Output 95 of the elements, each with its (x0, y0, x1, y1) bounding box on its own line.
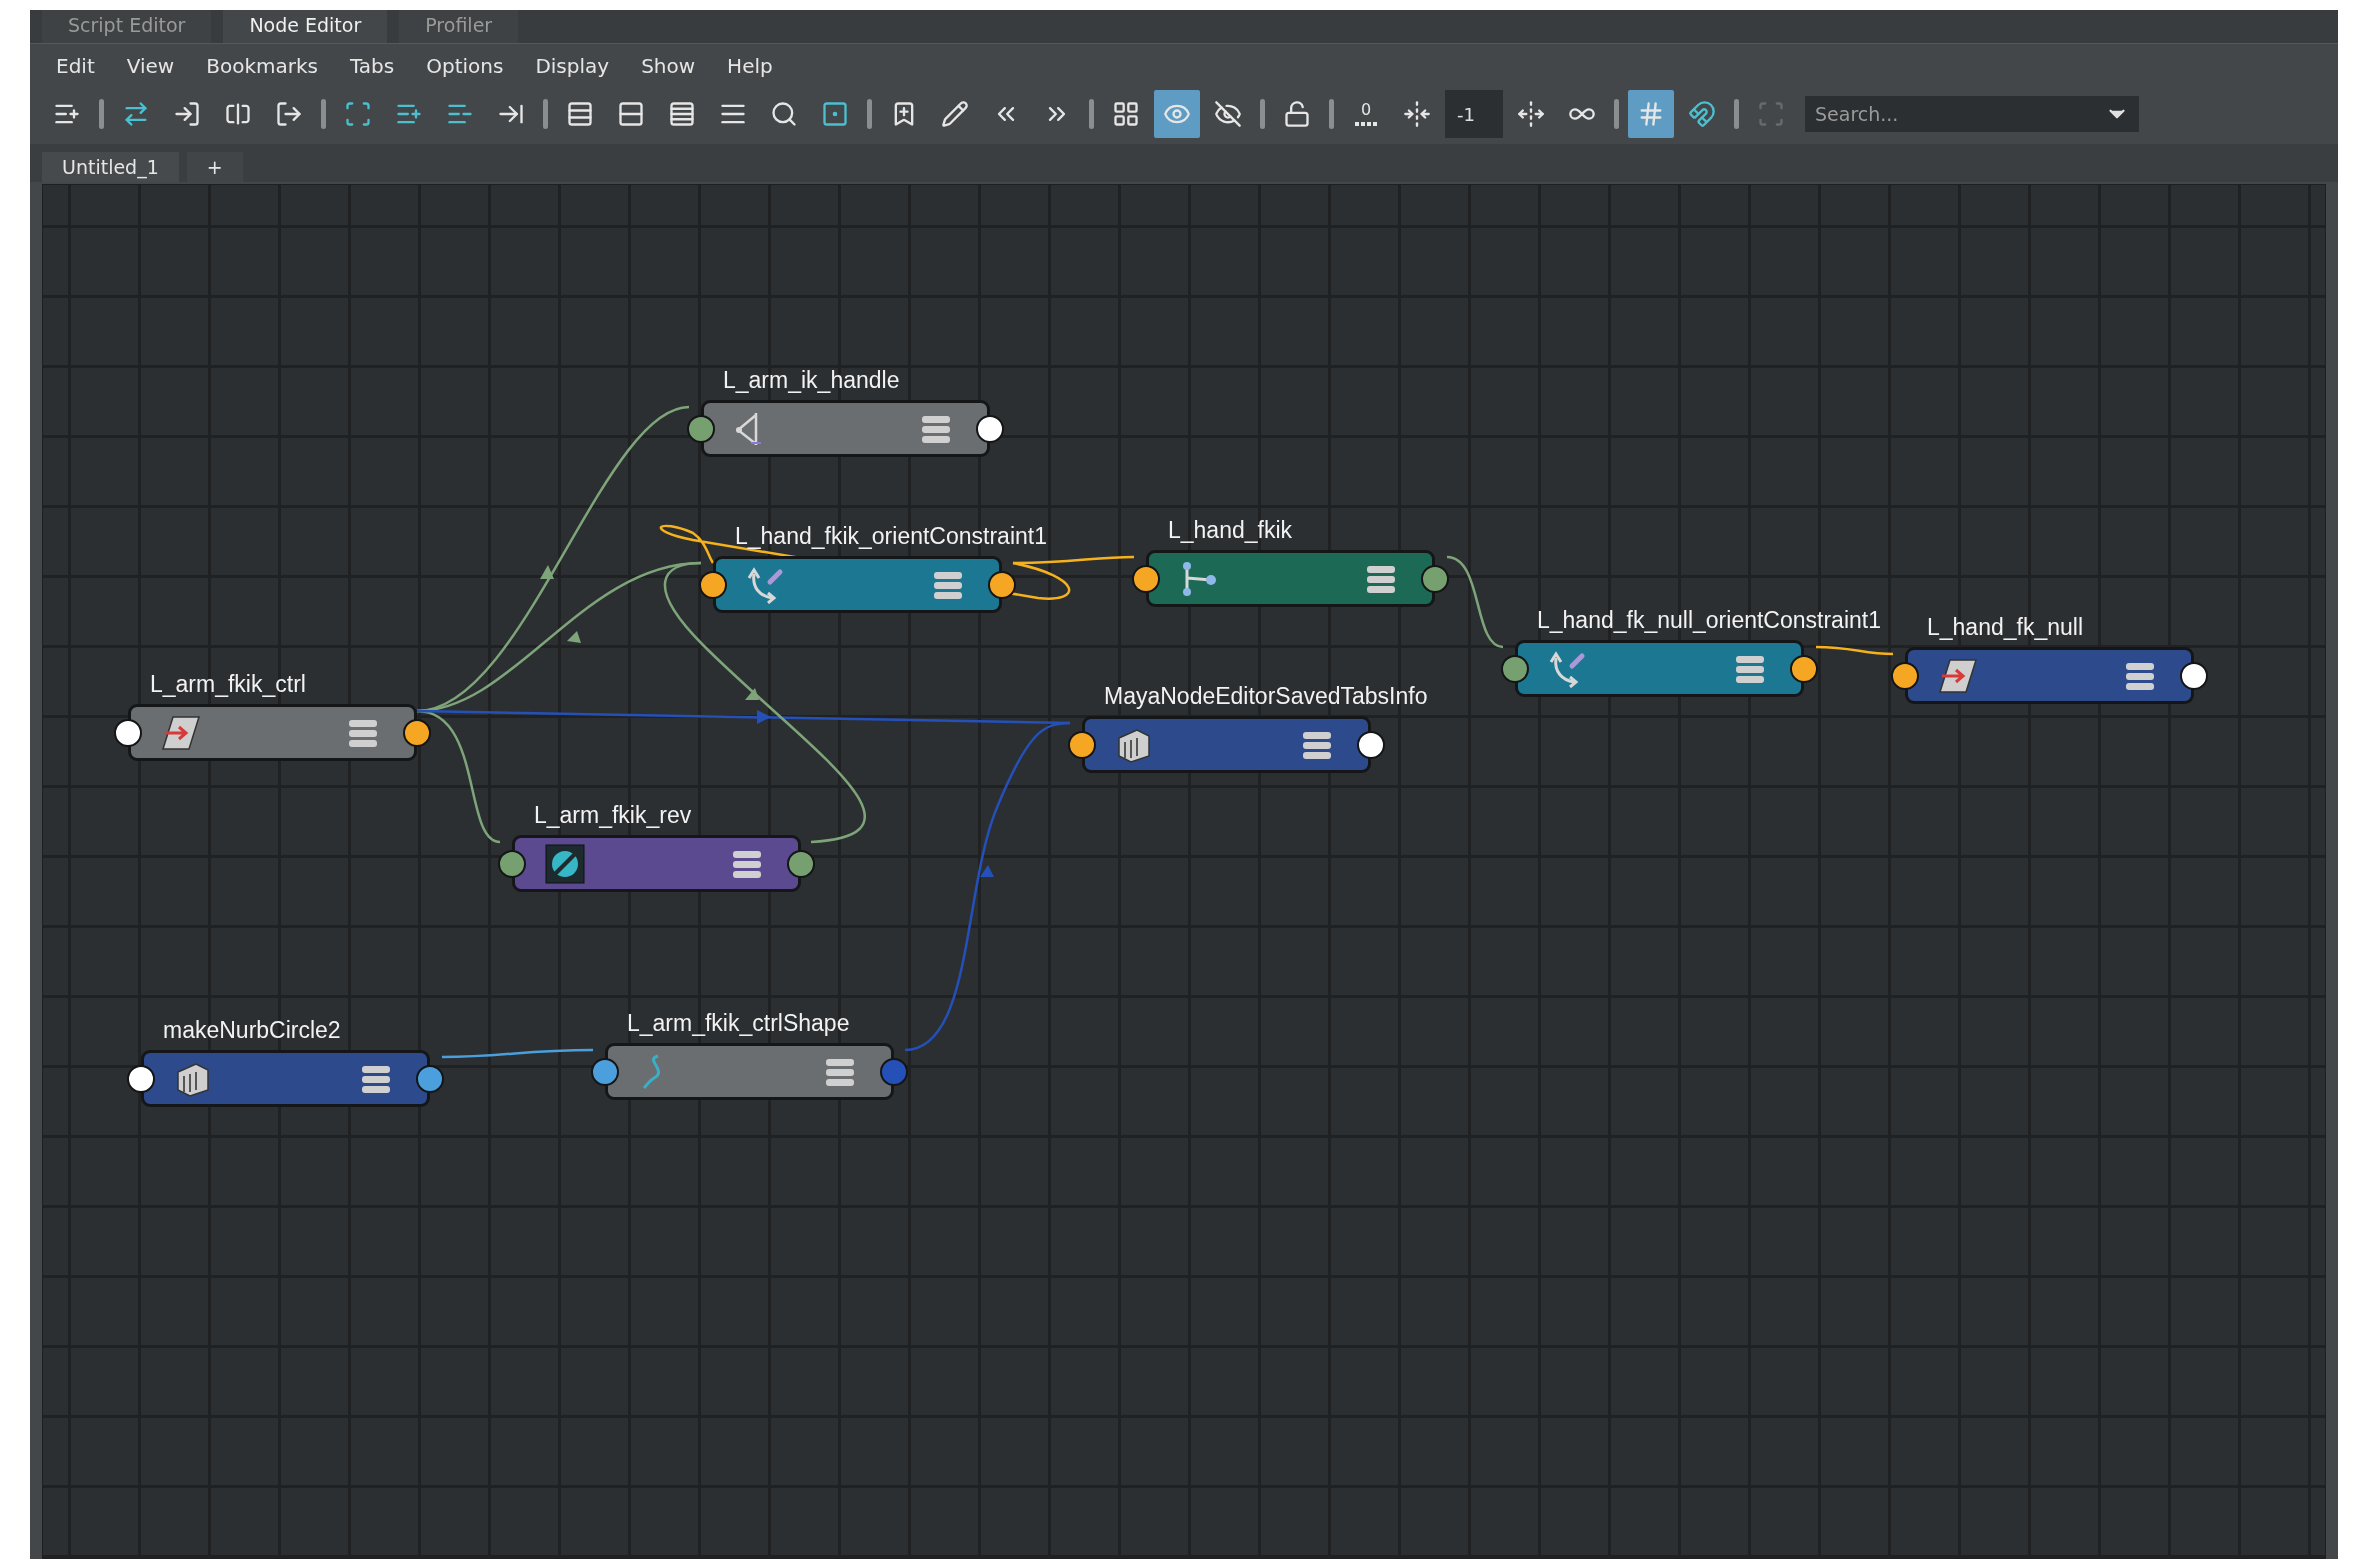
editor-tab[interactable]: Node Editor (223, 10, 388, 43)
graph-node[interactable] (1082, 716, 1371, 773)
graph-node[interactable] (1515, 640, 1804, 697)
graph-node[interactable] (605, 1043, 894, 1100)
rows-icon (668, 100, 696, 128)
frame-icon (821, 100, 849, 128)
magnet-icon (1688, 100, 1716, 128)
add-tab-button[interactable]: + (186, 152, 243, 182)
toolbar-button[interactable]: 0 (1343, 90, 1389, 138)
toolbar-separator (1329, 99, 1334, 129)
toolbar-separator (543, 99, 548, 129)
node-label: L_arm_ik_handle (723, 367, 900, 394)
editor-tab[interactable]: Script Editor (42, 10, 212, 43)
toolbar-separator (867, 99, 872, 129)
graph-node[interactable] (141, 1050, 430, 1107)
node-label: L_arm_fkik_rev (534, 802, 692, 829)
grid-icon (1112, 100, 1140, 128)
output-port[interactable] (2180, 661, 2208, 690)
menu-item[interactable]: Show (625, 50, 712, 82)
output-port[interactable] (976, 414, 1004, 443)
node-label: L_hand_fk_null (1927, 614, 2084, 641)
arrows-in-icon (1403, 100, 1431, 128)
node-label: L_hand_fkik (1168, 517, 1293, 544)
unlock-icon (1283, 100, 1311, 128)
node-label: makeNurbCircle2 (163, 1017, 341, 1044)
menu-item[interactable]: Help (711, 50, 789, 82)
output-port[interactable] (1421, 564, 1449, 593)
attribute-list-icon[interactable] (1735, 653, 1765, 684)
graph-node[interactable] (701, 400, 990, 457)
menu-item[interactable]: Edit (40, 50, 111, 82)
frame-icon (1757, 100, 1785, 128)
input-port[interactable] (591, 1057, 619, 1086)
output-port[interactable] (1790, 654, 1818, 683)
attribute-list-icon[interactable] (1366, 563, 1396, 594)
input-port[interactable] (687, 414, 715, 443)
output-port[interactable] (416, 1064, 444, 1093)
attribute-list-icon[interactable] (732, 848, 762, 879)
rows-icon (617, 100, 645, 128)
attribute-list-icon[interactable] (1302, 729, 1332, 760)
node-graph-canvas[interactable] (42, 184, 2326, 1559)
toolbar-separator (1614, 99, 1619, 129)
arrows-out-icon (1517, 100, 1545, 128)
editor-tab[interactable]: Profiler (399, 10, 519, 43)
graph-tab[interactable]: Untitled_1 (42, 152, 179, 182)
input-port[interactable] (1501, 654, 1529, 683)
toolbar-separator (1089, 99, 1094, 129)
attribute-list-icon[interactable] (348, 717, 378, 748)
attribute-list-icon[interactable] (361, 1063, 391, 1094)
reverse-icon (545, 843, 585, 884)
menu-item[interactable]: Bookmarks (190, 50, 334, 82)
toolbar-separator (1260, 99, 1265, 129)
output-port[interactable] (787, 849, 815, 878)
search-field[interactable]: Search... (1805, 96, 2095, 132)
frame-icon (344, 100, 372, 128)
dots-icon (1355, 121, 1377, 127)
connection-wire[interactable] (442, 1048, 593, 1059)
eye-off-icon (1214, 100, 1242, 128)
graph-node[interactable] (713, 556, 1002, 613)
output-port[interactable] (1357, 730, 1385, 759)
attribute-list-icon[interactable] (825, 1056, 855, 1087)
menu-item[interactable]: Tabs (333, 50, 411, 82)
attribute-list-icon[interactable] (933, 569, 963, 600)
input-port[interactable] (127, 1064, 155, 1093)
transform-arrow-icon (1938, 657, 1978, 694)
graph-node[interactable] (1905, 647, 2194, 704)
attribute-list-icon[interactable] (2125, 660, 2155, 691)
toolbar-separator (321, 99, 326, 129)
input-port[interactable] (498, 849, 526, 878)
attribute-list-icon[interactable] (921, 413, 951, 444)
menu-item[interactable]: Options (410, 50, 520, 82)
node-label: L_arm_fkik_ctrl (150, 671, 306, 698)
number-field[interactable]: -1 (1445, 90, 1503, 138)
toolbar-separator (1734, 99, 1739, 129)
menu-item[interactable]: View (110, 50, 191, 82)
input-port[interactable] (1068, 730, 1096, 759)
search-icon (770, 100, 798, 128)
input-port[interactable] (1132, 564, 1160, 593)
node-label: L_hand_fk_null_orientConstraint1 (1537, 607, 1881, 634)
graph-node[interactable] (1146, 550, 1435, 607)
rows-icon (566, 100, 594, 128)
connection-wire[interactable] (1446, 555, 1504, 649)
menu-item[interactable]: Display (519, 50, 626, 82)
node-label: MayaNodeEditorSavedTabsInfo (1104, 683, 1428, 710)
toolbar-separator (99, 99, 104, 129)
node-label: L_hand_fkik_orientConstraint1 (735, 523, 1047, 550)
input-port[interactable] (114, 718, 142, 747)
graph-node[interactable] (512, 835, 801, 892)
transform-arrow-icon (161, 714, 201, 751)
graph-node[interactable] (128, 704, 417, 761)
node-label: L_arm_fkik_ctrlShape (627, 1010, 850, 1037)
input-port[interactable] (699, 570, 727, 599)
input-port[interactable] (1891, 661, 1919, 690)
connection-wire[interactable] (1815, 645, 1894, 656)
pencil-icon (941, 100, 969, 128)
dropdown-button[interactable] (2095, 96, 2139, 132)
